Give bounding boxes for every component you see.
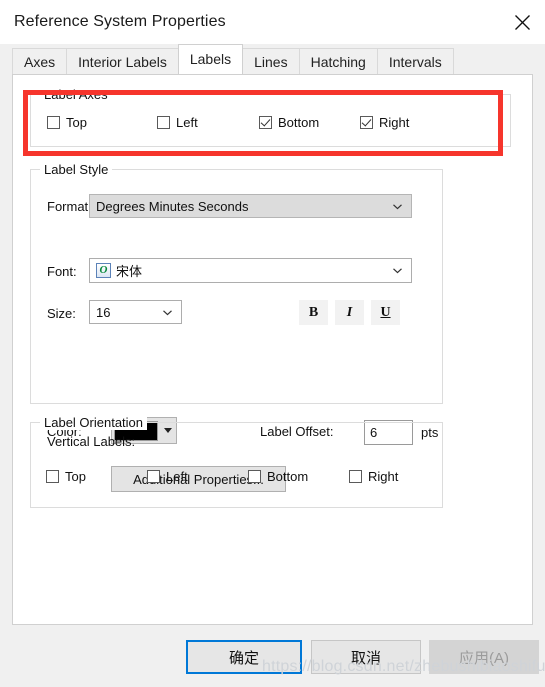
tab-labels[interactable]: Labels	[177, 44, 244, 74]
checkbox-box	[248, 470, 261, 483]
format-dropdown[interactable]: Degrees Minutes Seconds	[89, 194, 412, 218]
checkbox-label: Left	[166, 469, 188, 484]
opentype-font-icon: O	[96, 263, 111, 278]
size-value: 16	[96, 304, 111, 320]
checkbox-box	[46, 470, 59, 483]
label-axes-group-title: Label Axes	[40, 87, 112, 102]
tab-intervals[interactable]: Intervals	[376, 48, 454, 74]
label-axes-checkbox-top[interactable]: Top	[47, 115, 157, 130]
orientation-checkbox-left[interactable]: Left	[147, 469, 248, 484]
checkbox-box	[147, 470, 160, 483]
ok-button[interactable]: 确定	[186, 640, 302, 674]
checkbox-box	[259, 116, 272, 129]
tab-interior-labels[interactable]: Interior Labels	[66, 48, 179, 74]
checkbox-label: Right	[368, 469, 399, 484]
window-title: Reference System Properties	[14, 13, 226, 30]
apply-button: 应用(A)	[429, 640, 539, 674]
close-icon	[514, 14, 531, 31]
underline-button[interactable]: U	[371, 300, 400, 325]
label-axes-checkbox-bottom[interactable]: Bottom	[259, 115, 360, 130]
chevron-down-icon	[392, 265, 403, 276]
label-orientation-group-title: Label Orientation	[40, 415, 148, 430]
format-value: Degrees Minutes Seconds	[96, 198, 249, 214]
text-style-buttons: B I U	[299, 300, 407, 325]
close-button[interactable]	[499, 0, 545, 44]
checkbox-label: Right	[379, 115, 410, 130]
chevron-down-icon	[392, 201, 403, 212]
checkbox-label: Bottom	[278, 115, 320, 130]
checkbox-label: Top	[66, 115, 87, 130]
title-bar: Reference System Properties	[0, 0, 545, 44]
label-axes-checkbox-left[interactable]: Left	[157, 115, 259, 130]
tab-axes[interactable]: Axes	[12, 48, 68, 74]
italic-button[interactable]: I	[335, 300, 364, 325]
label-axes-group: Label Axes Top Left Bottom Right	[30, 87, 511, 147]
checkbox-label: Top	[65, 469, 86, 484]
checkbox-box	[157, 116, 170, 129]
checkbox-box	[47, 116, 60, 129]
orientation-checkbox-bottom[interactable]: Bottom	[248, 469, 349, 484]
orientation-checkbox-right[interactable]: Right	[349, 469, 398, 484]
orientation-checkbox-top[interactable]: Top	[46, 469, 147, 484]
tab-lines[interactable]: Lines	[242, 48, 300, 74]
format-label: Format:	[47, 199, 92, 214]
cancel-button[interactable]: 取消	[311, 640, 421, 674]
checkbox-box	[360, 116, 373, 129]
vertical-labels-label: Vertical Labels:	[47, 434, 136, 449]
label-style-group-title: Label Style	[40, 162, 113, 177]
size-label: Size:	[47, 306, 76, 321]
dialog-footer: 确定 取消 应用(A)	[0, 633, 545, 687]
checkbox-box	[349, 470, 362, 483]
tab-content-panel: Label Axes Top Left Bottom Right Label S…	[12, 74, 533, 625]
tab-hatching[interactable]: Hatching	[298, 48, 378, 74]
font-label: Font:	[47, 264, 77, 279]
size-dropdown[interactable]: 16	[89, 300, 182, 324]
tab-strip: Axes Interior Labels Labels Lines Hatchi…	[0, 44, 545, 74]
label-axes-checkbox-right[interactable]: Right	[360, 115, 409, 130]
checkbox-label: Bottom	[267, 469, 309, 484]
font-value: 宋体	[116, 264, 143, 279]
font-dropdown[interactable]: O 宋体	[89, 258, 412, 283]
chevron-down-icon	[162, 307, 173, 318]
checkbox-label: Left	[176, 115, 198, 130]
bold-button[interactable]: B	[299, 300, 328, 325]
